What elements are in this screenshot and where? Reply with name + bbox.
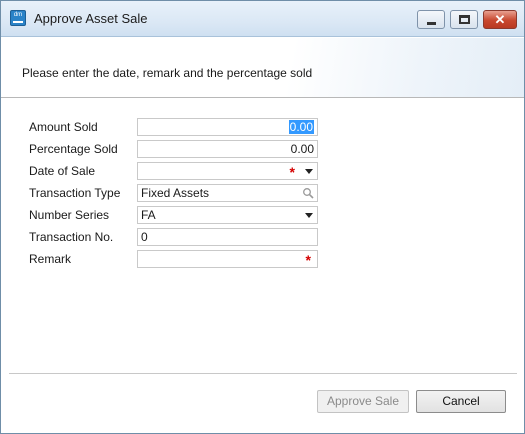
maximize-button[interactable] bbox=[450, 10, 478, 29]
number-series-label: Number Series bbox=[29, 208, 110, 222]
number-series-value: FA bbox=[141, 208, 156, 222]
minimize-button[interactable] bbox=[417, 10, 445, 29]
transaction-no-input[interactable]: 0 bbox=[137, 228, 318, 246]
approve-sale-button[interactable]: Approve Sale bbox=[317, 390, 409, 413]
remark-input[interactable]: * bbox=[137, 250, 318, 268]
minimize-icon bbox=[427, 22, 436, 25]
date-of-sale-label: Date of Sale bbox=[29, 164, 96, 178]
instruction-text: Please enter the date, remark and the pe… bbox=[22, 66, 313, 80]
close-button[interactable]: ✕ bbox=[483, 10, 517, 29]
window-title: Approve Asset Sale bbox=[34, 11, 148, 26]
transaction-type-value: Fixed Assets bbox=[141, 186, 210, 200]
transaction-type-label: Transaction Type bbox=[29, 186, 121, 200]
app-icon-text: dm bbox=[13, 12, 23, 18]
percentage-sold-label: Percentage Sold bbox=[29, 142, 118, 156]
remark-label: Remark bbox=[29, 252, 72, 266]
app-icon: dm bbox=[10, 10, 26, 26]
dialog-header: Please enter the date, remark and the pe… bbox=[1, 38, 524, 98]
search-icon[interactable] bbox=[302, 187, 314, 199]
close-icon: ✕ bbox=[494, 12, 506, 27]
maximize-icon bbox=[459, 15, 470, 24]
required-marker: * bbox=[305, 252, 311, 268]
chevron-down-icon[interactable] bbox=[305, 169, 313, 174]
amount-sold-value: 0.00 bbox=[288, 120, 314, 134]
date-of-sale-picker[interactable]: * bbox=[137, 162, 318, 180]
percentage-sold-input[interactable]: 0.00 bbox=[137, 140, 318, 158]
cancel-button[interactable]: Cancel bbox=[416, 390, 506, 413]
chevron-down-icon[interactable] bbox=[305, 213, 313, 218]
transaction-type-input[interactable]: Fixed Assets bbox=[137, 184, 318, 202]
amount-sold-input[interactable]: 0.00 bbox=[137, 118, 318, 136]
dialog-window: dm Approve Asset Sale ✕ Please enter the… bbox=[0, 0, 525, 434]
footer-divider bbox=[9, 373, 517, 374]
transaction-no-label: Transaction No. bbox=[29, 230, 114, 244]
required-marker: * bbox=[289, 164, 295, 180]
amount-sold-label: Amount Sold bbox=[29, 120, 98, 134]
title-bar[interactable]: dm Approve Asset Sale ✕ bbox=[1, 1, 524, 37]
number-series-select[interactable]: FA bbox=[137, 206, 318, 224]
